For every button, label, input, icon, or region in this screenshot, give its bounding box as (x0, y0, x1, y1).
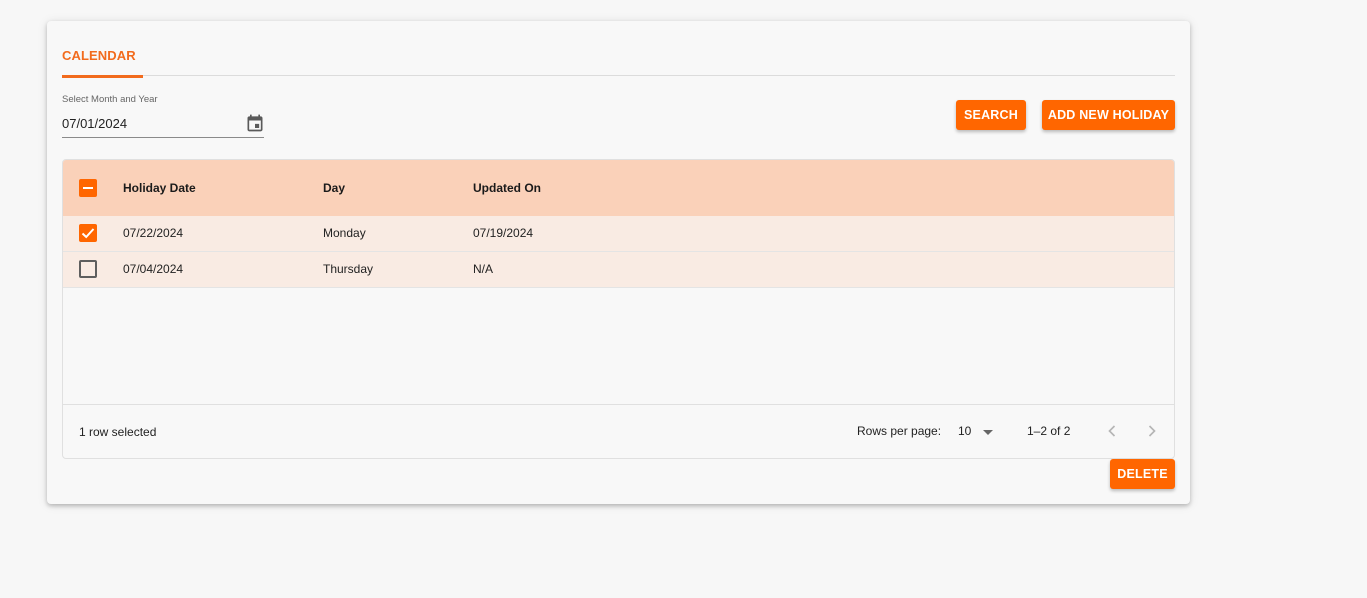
cell-updated-on: 07/19/2024 (473, 226, 534, 240)
tab-calendar-label: CALENDAR (62, 48, 136, 63)
cell-updated-on: N/A (473, 262, 494, 276)
table-row[interactable]: 07/04/2024 Thursday N/A (63, 252, 1174, 288)
selection-count: 1 row selected (79, 425, 157, 439)
cell-holiday-date: 07/22/2024 (123, 226, 184, 240)
search-button[interactable]: SEARCH (956, 100, 1026, 130)
table-row[interactable]: 07/22/2024 Monday 07/19/2024 (63, 216, 1174, 252)
check-icon (81, 228, 95, 239)
tab-bar: CALENDAR (62, 21, 1175, 78)
column-header-day[interactable]: Day (323, 181, 345, 195)
delete-button[interactable]: DELETE (1110, 459, 1175, 489)
rows-per-page-label: Rows per page: (857, 424, 942, 438)
month-year-label: Select Month and Year (62, 94, 158, 105)
tab-calendar[interactable]: CALENDAR (62, 21, 143, 78)
minus-icon (83, 187, 93, 189)
calendar-card: CALENDAR Select Month and Year SEARCH AD… (47, 21, 1190, 504)
column-header-updated-on[interactable]: Updated On (473, 181, 541, 195)
cell-holiday-date: 07/04/2024 (123, 262, 184, 276)
chevron-right-icon[interactable] (1142, 421, 1162, 441)
table-footer: 1 row selected Rows per page: 10 1–2 of … (63, 404, 1174, 458)
chevron-left-icon[interactable] (1102, 421, 1122, 441)
calendar-icon[interactable] (245, 113, 265, 133)
tab-indicator (62, 75, 143, 78)
month-year-input[interactable] (62, 116, 232, 131)
caret-down-icon (983, 430, 993, 435)
month-year-picker[interactable]: Select Month and Year (62, 91, 264, 138)
rows-per-page-select[interactable]: 10 (958, 420, 998, 442)
table-header: Holiday Date Day Updated On (63, 160, 1174, 216)
cell-day: Thursday (323, 262, 374, 276)
cell-day: Monday (323, 226, 366, 240)
row-checkbox[interactable] (79, 224, 97, 242)
add-new-holiday-button[interactable]: ADD NEW HOLIDAY (1042, 100, 1175, 130)
row-checkbox[interactable] (79, 260, 97, 278)
pagination-range: 1–2 of 2 (1027, 424, 1071, 438)
holiday-table: Holiday Date Day Updated On 07/22/2024 M… (62, 159, 1175, 459)
select-all-checkbox[interactable] (79, 179, 97, 197)
column-header-holiday-date[interactable]: Holiday Date (123, 181, 196, 195)
rows-per-page-value: 10 (958, 424, 972, 438)
